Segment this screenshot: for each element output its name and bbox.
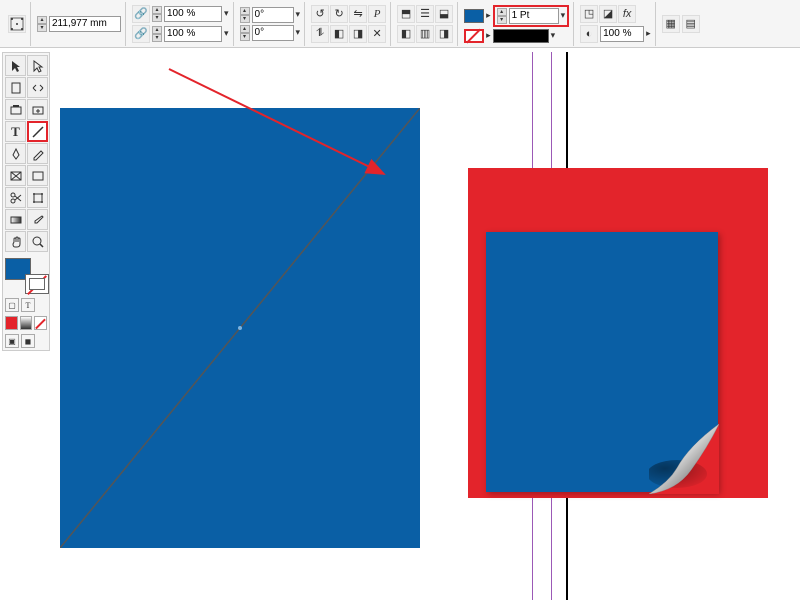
opacity-input[interactable]	[600, 26, 644, 42]
selection-tool[interactable]	[5, 55, 26, 76]
scale-group: 🔗 ▴▾ ▾ 🔗 ▴▾ ▾	[128, 2, 234, 46]
stroke-weight-spinner[interactable]: ▴▾	[497, 8, 507, 24]
corner-options-icon[interactable]: ◳	[580, 5, 598, 23]
page-curl-effect	[649, 424, 719, 494]
transform-icons-group: ↺ ↻ ⇋ P ⥮ ◧ ◨ ✕	[307, 2, 391, 46]
flip-h-icon[interactable]: ⇋	[349, 5, 367, 23]
position-spinner[interactable]: ▴▾	[37, 16, 47, 32]
align-left-icon[interactable]: ◧	[397, 25, 415, 43]
pen-tool[interactable]	[5, 143, 26, 164]
drop-shadow-icon[interactable]: ◪	[599, 5, 617, 23]
stroke-dropdown-icon[interactable]: ▸	[486, 30, 491, 41]
align-top-icon[interactable]: ⬒	[397, 5, 415, 23]
type-tool[interactable]: T	[5, 121, 26, 142]
shear-input[interactable]	[252, 25, 294, 41]
formatting-container-icon[interactable]: ▢	[5, 298, 19, 312]
scale-x-input[interactable]	[164, 6, 222, 22]
stroke-none-swatch[interactable]	[464, 29, 484, 43]
apply-gradient-icon[interactable]	[20, 316, 33, 330]
align-bottom-icon[interactable]: ⬓	[435, 5, 453, 23]
line-tool[interactable]	[27, 121, 48, 142]
gap-tool[interactable]	[27, 77, 48, 98]
gradient-swatch-tool[interactable]	[5, 209, 26, 230]
rotate-ccw-icon[interactable]: ↺	[311, 5, 329, 23]
align-right-icon[interactable]: ◨	[435, 25, 453, 43]
link-scale-icon[interactable]: 🔗	[132, 5, 150, 23]
zoom-tool[interactable]	[27, 231, 48, 252]
normal-view-icon[interactable]: ▣	[5, 334, 19, 348]
stroke-style-swatch[interactable]	[493, 29, 549, 43]
format-buttons: ▢ T	[5, 298, 47, 312]
reference-point-group	[4, 2, 31, 46]
eyedropper-tool[interactable]	[27, 209, 48, 230]
scale-y-spinner[interactable]: ▴▾	[152, 26, 162, 42]
opacity-icon[interactable]: ◐	[580, 25, 598, 43]
fill-stroke-panel	[5, 258, 49, 294]
effects-group: ◳ ◪ fx ◐ ▸	[576, 2, 656, 46]
dimension-input[interactable]	[49, 16, 121, 32]
scissors-tool[interactable]	[5, 187, 26, 208]
align-vcenter-icon[interactable]: ☰	[416, 5, 434, 23]
free-transform-tool[interactable]	[27, 187, 48, 208]
flip-v-icon[interactable]: ⥮	[311, 25, 329, 43]
fill-stroke-group: ▸ ▴▾ ▾ ▸ ▾	[460, 2, 574, 46]
stroke-weight-input[interactable]	[509, 8, 559, 24]
content-placer-tool[interactable]	[27, 99, 48, 120]
position-group: ▴▾	[33, 2, 126, 46]
formatting-text-icon[interactable]: T	[21, 298, 35, 312]
stroke-weight-highlight: ▴▾ ▾	[493, 5, 570, 27]
select-content-icon[interactable]: ◨	[349, 25, 367, 43]
text-wrap-group: ▦ ▤	[658, 2, 704, 46]
pencil-tool[interactable]	[27, 143, 48, 164]
direct-selection-tool[interactable]	[27, 55, 48, 76]
apply-color-icon[interactable]	[5, 316, 18, 330]
rectangle-frame-tool[interactable]	[5, 165, 26, 186]
rotation-group: ▴▾ ▾ ▴▾ ▾	[236, 2, 306, 46]
page-tool[interactable]	[5, 77, 26, 98]
paragraph-style-icon[interactable]: P	[368, 5, 386, 23]
shear-spinner[interactable]: ▴▾	[240, 25, 250, 41]
align-group: ⬒ ☰ ⬓ ◧ ▥ ◨	[393, 2, 458, 46]
property-bar: ▴▾ 🔗 ▴▾ ▾ 🔗 ▴▾ ▾ ▴▾ ▾ ▴▾ ▾	[0, 0, 800, 48]
clear-transform-icon[interactable]: ✕	[368, 25, 386, 43]
canvas[interactable]	[54, 52, 800, 600]
tools-panel: T ▢ T ▣ ◼	[2, 52, 50, 351]
scale-x-spinner[interactable]: ▴▾	[152, 6, 162, 22]
select-container-icon[interactable]: ◧	[330, 25, 348, 43]
link-scale-icon-2[interactable]: 🔗	[132, 25, 150, 43]
apply-none-icon[interactable]	[34, 316, 47, 330]
align-hcenter-icon[interactable]: ▥	[416, 25, 434, 43]
fx-icon[interactable]: fx	[618, 5, 636, 23]
reference-point-selector[interactable]	[8, 15, 26, 33]
stroke-style-dropdown-icon[interactable]: ▾	[551, 30, 556, 41]
fill-swatch[interactable]	[464, 9, 484, 23]
rotation-spinner[interactable]: ▴▾	[240, 7, 250, 23]
rectangle-tool[interactable]	[27, 165, 48, 186]
hand-tool[interactable]	[5, 231, 26, 252]
preview-view-icon[interactable]: ◼	[21, 334, 35, 348]
stroke-color-swatch[interactable]	[25, 274, 49, 294]
scale-y-input[interactable]	[164, 26, 222, 42]
text-wrap-icon[interactable]: ▦	[662, 15, 680, 33]
rotation-input[interactable]	[252, 7, 294, 23]
apply-buttons	[5, 316, 47, 330]
content-collector-tool[interactable]	[5, 99, 26, 120]
rotate-cw-icon[interactable]: ↻	[330, 5, 348, 23]
line-midpoint-handle[interactable]	[238, 326, 242, 330]
view-mode-buttons: ▣ ◼	[5, 334, 47, 348]
fill-dropdown-icon[interactable]: ▸	[486, 10, 491, 21]
text-wrap-options-icon[interactable]: ▤	[682, 15, 700, 33]
